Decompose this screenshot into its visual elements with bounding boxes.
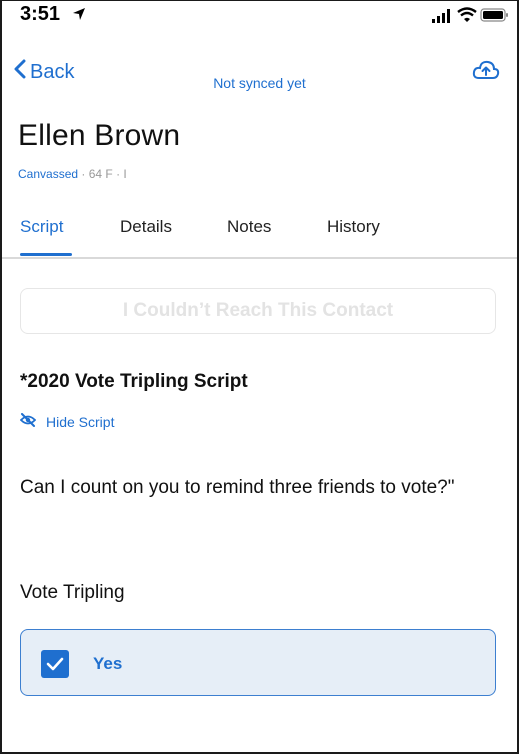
status-bar: 3:51 [2,1,517,35]
status-time: 3:51 [20,3,61,25]
answer-label: Yes [93,654,123,673]
question-label: Vote Tripling [20,582,125,603]
signal-icon [432,9,452,28]
contact-details: · 64 F · I [81,167,127,181]
contact-name: Ellen Brown [18,119,181,152]
answer-option-yes[interactable]: Yes [20,629,496,696]
tab-details[interactable]: Details [120,217,172,237]
battery-icon [480,7,510,28]
tab-script[interactable]: Script [20,217,63,237]
app-screen: 3:51 Back Not synced yet Ellen Brown Can… [0,0,519,754]
checkbox-checked[interactable] [41,650,69,678]
tab-bar: Script Details Notes History [2,217,517,261]
couldnt-reach-button[interactable]: I Couldn’t Reach This Contact [20,288,496,334]
sync-status: Not synced yet [213,75,306,91]
script-text: Can I count on you to remind three frien… [20,477,455,498]
checkmark-icon [46,657,64,671]
script-title: *2020 Vote Tripling Script [20,371,248,392]
contact-meta: Canvassed · 64 F · I [18,167,127,181]
wifi-icon [457,7,477,28]
tab-notes[interactable]: Notes [227,217,271,237]
contact-status: Canvassed [18,167,79,181]
tab-history[interactable]: History [327,217,380,237]
cloud-upload-icon[interactable] [472,59,500,86]
location-arrow-icon [72,7,86,26]
hide-script-label: Hide Script [46,413,115,430]
hide-script-button[interactable]: Hide Script [19,413,115,430]
eye-slash-icon [19,413,37,430]
tabs-divider [2,257,517,259]
active-tab-indicator [20,253,72,256]
